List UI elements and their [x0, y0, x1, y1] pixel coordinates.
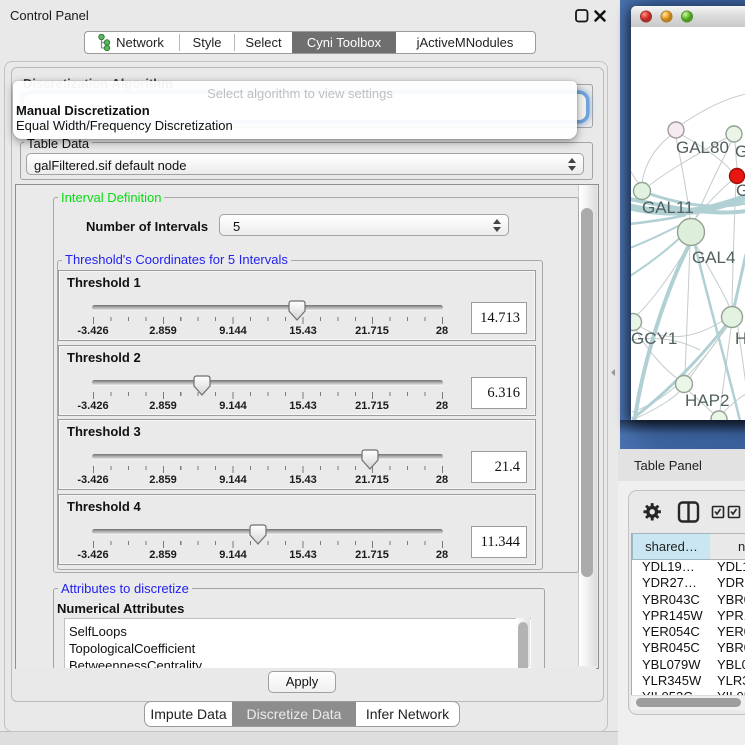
svg-text:HI: HI	[735, 329, 745, 348]
svg-text:GAL11: GAL11	[642, 198, 694, 217]
svg-text:GA: GA	[735, 142, 745, 161]
svg-text:GCY1: GCY1	[631, 329, 677, 348]
svg-text:GAL80: GAL80	[676, 138, 729, 157]
svg-text:GAL4: GAL4	[692, 248, 735, 267]
svg-text:HAP2: HAP2	[685, 391, 729, 410]
svg-text:G: G	[736, 181, 745, 200]
